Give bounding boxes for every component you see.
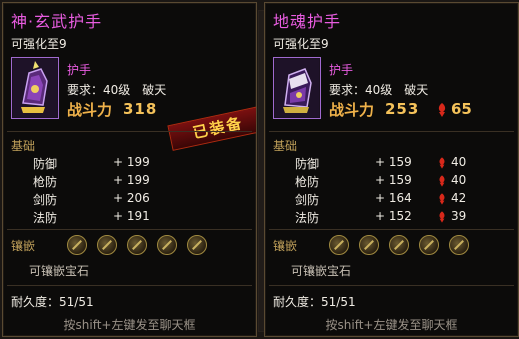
item-title: 地魂护手 — [273, 12, 342, 31]
divider — [7, 285, 252, 286]
item-requirement: 要求：40级 破天 — [329, 83, 429, 97]
empty-socket-icon — [187, 235, 207, 255]
stat-row: 防御 + 159 40 — [265, 155, 518, 173]
empty-socket-icon — [329, 235, 349, 255]
stat-value: + 159 — [375, 173, 412, 187]
empty-socket-icon — [419, 235, 439, 255]
stat-name: 防御 — [295, 157, 320, 171]
stat-name: 防御 — [33, 157, 58, 171]
stat-value: + 191 — [113, 209, 150, 223]
empty-socket-icon — [127, 235, 147, 255]
item-title: 神·玄武护手 — [11, 12, 103, 31]
combat-power-difference: 65 — [451, 100, 472, 118]
stat-value: + 164 — [375, 191, 412, 205]
enhance-limit: 可强化至9 — [273, 37, 329, 51]
combat-power-value: 318 — [123, 100, 158, 118]
empty-socket-icon — [157, 235, 177, 255]
combat-power-label: 战斗力 — [67, 101, 113, 119]
inlay-section-label: 镶嵌 — [273, 239, 298, 253]
durability: 耐久度：51/51 — [11, 295, 94, 309]
stat-name: 法防 — [295, 211, 320, 225]
stat-value: + 152 — [375, 209, 412, 223]
stat-difference: 40 — [451, 155, 467, 169]
combat-power-label: 战斗力 — [329, 101, 375, 119]
enhance-limit: 可强化至9 — [11, 37, 67, 51]
equipped-stamp: 已装备 — [167, 105, 256, 151]
stat-row: 枪防 + 159 40 — [265, 173, 518, 191]
gem-inlay-hint: 可镶嵌宝石 — [29, 264, 90, 278]
divider — [269, 131, 514, 132]
chat-link-hint: 按shift+左键发至聊天框 — [325, 318, 458, 332]
base-section-label: 基础 — [11, 139, 36, 153]
stat-value: + 199 — [113, 155, 150, 169]
item-requirement: 要求：40级 破天 — [67, 83, 167, 97]
red-down-arrow-icon — [439, 193, 445, 205]
red-down-arrow-icon — [438, 103, 446, 117]
empty-socket-icon — [389, 235, 409, 255]
gem-inlay-hint: 可镶嵌宝石 — [291, 264, 352, 278]
inlay-section-label: 镶嵌 — [11, 239, 36, 253]
stat-difference: 39 — [451, 209, 467, 223]
stat-row: 防御 + 199 — [3, 155, 256, 173]
stat-name: 剑防 — [33, 193, 58, 207]
stat-difference: 40 — [451, 173, 467, 187]
stat-value: + 159 — [375, 155, 412, 169]
base-section-label: 基础 — [273, 139, 298, 153]
red-down-arrow-icon — [439, 157, 445, 169]
stat-name: 剑防 — [295, 193, 320, 207]
item-type: 护手 — [67, 63, 92, 77]
item-tooltip-compare: 地魂护手 可强化至9 护手 要求：40级 破天 战斗力 253 65 基础 防御… — [264, 2, 519, 337]
stat-name: 枪防 — [295, 175, 320, 189]
divider — [269, 229, 514, 230]
divider — [7, 229, 252, 230]
stat-value: + 199 — [113, 173, 150, 187]
chat-link-hint: 按shift+左键发至聊天框 — [63, 318, 196, 332]
empty-socket-icon — [67, 235, 87, 255]
stat-name: 法防 — [33, 211, 58, 225]
stat-value: + 206 — [113, 191, 150, 205]
item-tooltip-equipped: 神·玄武护手 可强化至9 护手 要求：40级 破天 战斗力 318 已装备 基础… — [2, 2, 257, 337]
purple-gauntlet-icon — [273, 57, 321, 119]
purple-gauntlet-icon — [11, 57, 59, 119]
empty-socket-icon — [97, 235, 117, 255]
divider — [7, 131, 252, 132]
durability: 耐久度：51/51 — [273, 295, 356, 309]
stat-difference: 42 — [451, 191, 467, 205]
stat-row: 枪防 + 199 — [3, 173, 256, 191]
stat-row: 剑防 + 206 — [3, 191, 256, 209]
stat-row: 法防 + 152 39 — [265, 209, 518, 227]
empty-socket-icon — [449, 235, 469, 255]
red-down-arrow-icon — [439, 211, 445, 223]
divider — [269, 285, 514, 286]
stat-row: 剑防 + 164 42 — [265, 191, 518, 209]
red-down-arrow-icon — [439, 175, 445, 187]
item-type: 护手 — [329, 63, 354, 77]
combat-power-value: 253 — [385, 100, 420, 118]
stat-row: 法防 + 191 — [3, 209, 256, 227]
stat-name: 枪防 — [33, 175, 58, 189]
empty-socket-icon — [359, 235, 379, 255]
